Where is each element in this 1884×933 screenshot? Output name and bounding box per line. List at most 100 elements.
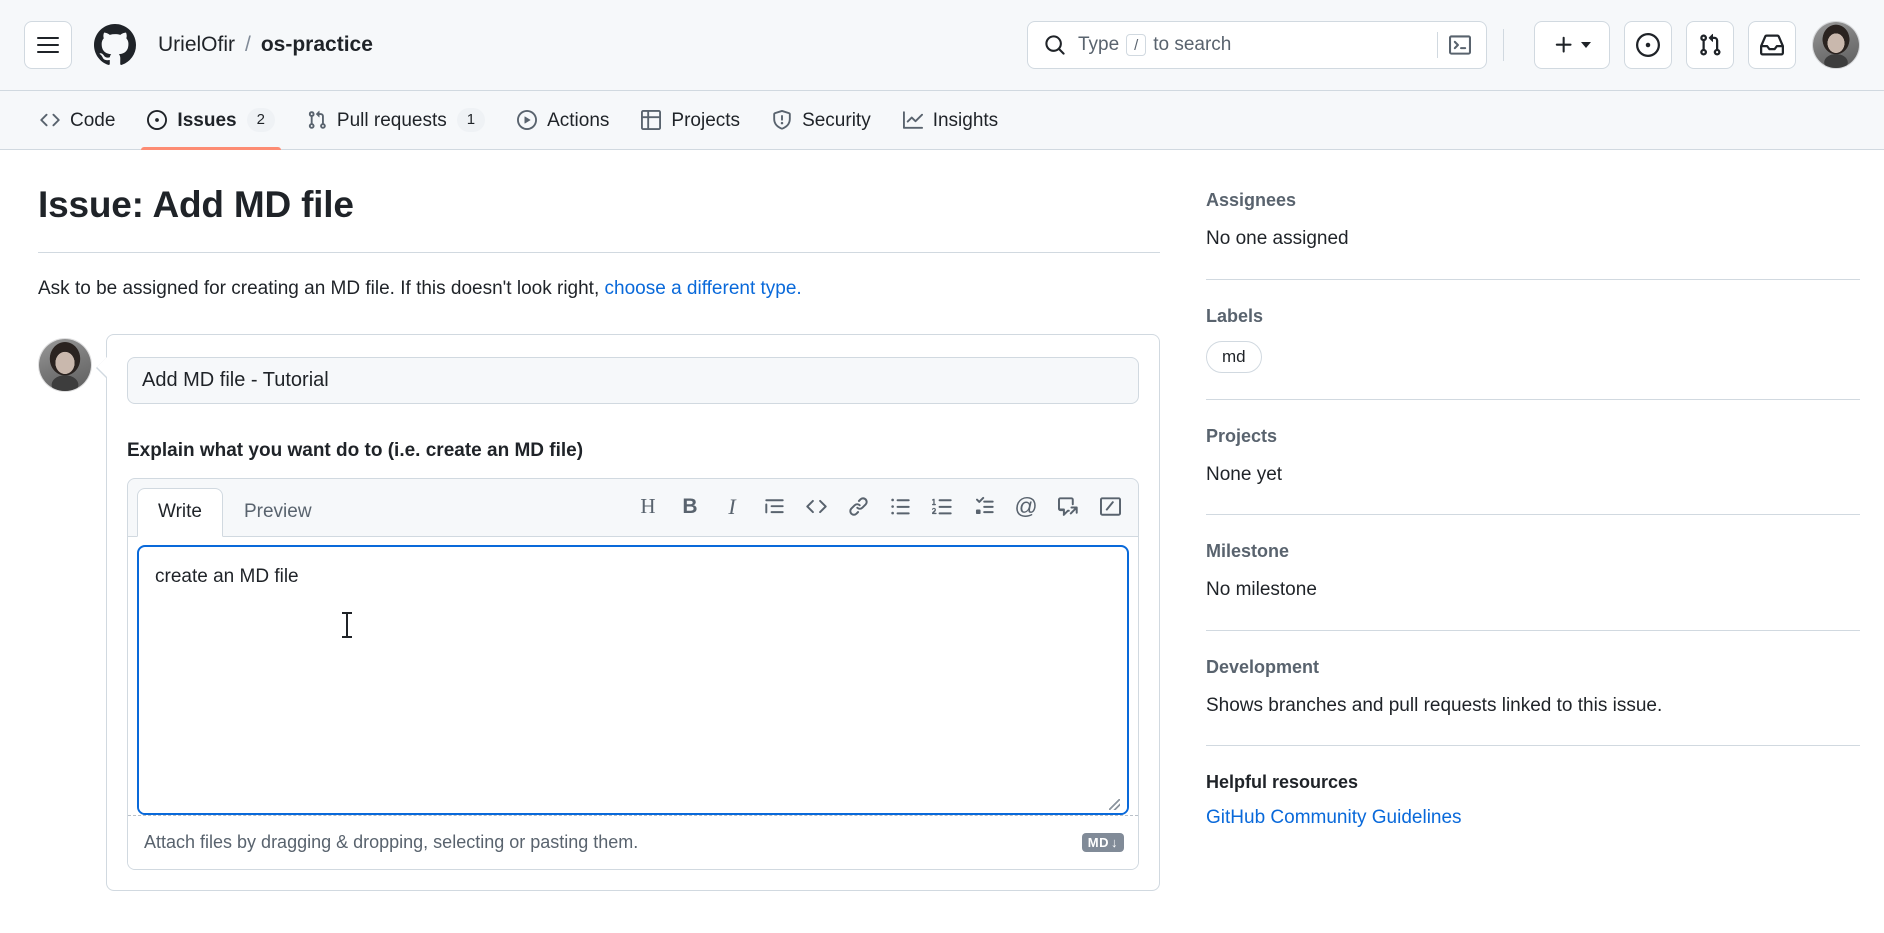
markdown-tabbar: Write Preview H B I @ [128,479,1138,537]
command-palette-icon[interactable] [1438,25,1482,65]
sidebar-section-value: No milestone [1206,579,1317,601]
hamburger-line [37,51,59,53]
ordered-list-icon[interactable] [923,488,961,526]
markdown-badge-arrow: ↓ [1111,834,1118,850]
title-divider [38,252,1160,253]
hamburger-menu-icon[interactable] [24,21,72,69]
sidebar-section-value: No one assigned [1206,228,1349,249]
reference-icon[interactable] [1049,488,1087,526]
nav-tab-projects[interactable]: Projects [625,91,756,149]
issue-sidebar: Assignees No one assigned Labels md Proj… [1184,150,1860,933]
global-header: UrielOfir / os-practice Type / to search [0,0,1884,91]
code-icon[interactable] [797,488,835,526]
markdown-toolbar: H B I @ [629,488,1129,536]
github-logo-icon[interactable] [94,24,136,66]
search-input[interactable]: Type / to search [1027,21,1487,69]
issue-description: Ask to be assigned for creating an MD fi… [38,275,1160,304]
issue-title-input[interactable] [127,356,1139,404]
issue-form-box: Explain what you want do to (i.e. create… [96,333,1160,891]
inbox-button[interactable] [1748,21,1796,69]
page-title: Issue: Add MD file [38,184,354,225]
search-placeholder: Type / to search [1078,34,1437,56]
markdown-badge-text: MD [1087,834,1109,850]
sidebar-section-title[interactable]: Assignees [1206,190,1860,211]
shield-icon [773,110,791,130]
sidebar-section-value: Shows branches and pull requests linked … [1206,694,1663,716]
sidebar-section-labels: Labels md [1206,306,1860,373]
textarea-resize-handle[interactable] [139,798,1127,813]
nav-tab-label: Issues [177,109,237,131]
sidebar-section-title: Helpful resources [1206,772,1359,793]
main-column: Issue: Add MD file Ask to be assigned fo… [24,150,1184,933]
breadcrumb-repo[interactable]: os-practice [261,33,373,57]
sidebar-section-title[interactable]: Labels [1206,306,1860,327]
issue-opened-icon [147,110,168,130]
heading-icon[interactable]: H [629,488,667,526]
markdown-footer: Attach files by dragging & dropping, sel… [128,814,1138,869]
slash-command-icon[interactable] [1091,488,1129,526]
markdown-tabs: Write Preview [137,487,333,537]
header-divider [1503,29,1504,61]
hamburger-line [37,44,59,46]
nav-tab-insights[interactable]: Insights [887,91,1014,149]
github-community-guidelines-link[interactable]: GitHub Community Guidelines [1206,807,1462,828]
sidebar-section-title[interactable]: Projects [1206,426,1860,447]
mention-icon[interactable]: @ [1007,488,1045,526]
nav-tab-label: Security [802,109,871,131]
choose-different-type-link[interactable]: choose a different type. [605,278,802,299]
nav-tab-counter: 1 [456,108,486,132]
sidebar-divider [1206,278,1860,280]
search-icon [1044,34,1066,56]
unordered-list-icon[interactable] [881,488,919,526]
link-icon[interactable] [839,488,877,526]
nav-tab-actions[interactable]: Actions [501,91,625,149]
nav-tab-code[interactable]: Code [24,91,131,149]
bold-icon[interactable]: B [671,488,709,526]
nav-tab-security[interactable]: Security [756,91,887,149]
nav-tab-label: Pull requests [336,109,447,131]
search-placeholder-suffix: to search [1153,34,1232,55]
create-new-button[interactable] [1534,21,1610,69]
sidebar-section-projects: Projects None yet [1206,426,1860,489]
sidebar-section-title[interactable]: Development [1206,657,1860,678]
sidebar-divider [1206,514,1860,516]
nav-tab-label: Actions [547,109,610,131]
avatar[interactable] [1812,21,1860,69]
search-slash-key: / [1126,34,1147,56]
italic-icon[interactable]: I [713,488,751,526]
tab-preview[interactable]: Preview [223,488,333,537]
nav-tab-pull-requests[interactable]: Pull requests 1 [291,91,501,149]
sidebar-section-assignees: Assignees No one assigned [1206,190,1860,253]
nav-tab-label: Insights [932,109,999,131]
markdown-supported-icon[interactable]: MD ↓ [1081,832,1124,852]
repository-nav: Code Issues 2 Pull requests 1 Actions Pr… [0,91,1884,150]
tab-write[interactable]: Write [137,487,223,537]
sidebar-section-milestone: Milestone No milestone [1206,541,1860,604]
task-list-icon[interactable] [965,488,1003,526]
nav-tab-issues[interactable]: Issues 2 [131,91,291,150]
search-placeholder-prefix: Type [1078,34,1120,55]
sidebar-section-value: None yet [1206,463,1283,485]
issue-opened-icon [1636,33,1660,57]
sidebar-divider [1206,745,1860,747]
issues-button[interactable] [1624,21,1672,69]
sidebar-section-helpful-resources: Helpful resources GitHub Community Guide… [1206,772,1860,829]
play-icon [517,110,538,130]
pull-requests-button[interactable] [1686,21,1734,69]
nav-tab-label: Code [70,109,116,131]
markdown-textarea-wrap [137,544,1129,815]
inbox-icon [1760,34,1784,56]
sidebar-section-title[interactable]: Milestone [1206,541,1860,562]
comment-avatar [38,337,92,392]
breadcrumb-owner[interactable]: UrielOfir [158,33,235,57]
nav-tab-counter: 2 [246,108,275,132]
issue-body-label: Explain what you want do to (i.e. create… [127,439,584,461]
table-icon [641,110,662,130]
attach-files-hint: Attach files by dragging & dropping, sel… [144,831,639,852]
sidebar-divider [1206,629,1860,631]
quote-icon[interactable] [755,488,793,526]
issue-body-textarea[interactable] [139,546,1127,799]
label-chip-md[interactable]: md [1206,340,1262,373]
avatar-image [1813,22,1859,68]
plus-icon [1555,36,1572,53]
